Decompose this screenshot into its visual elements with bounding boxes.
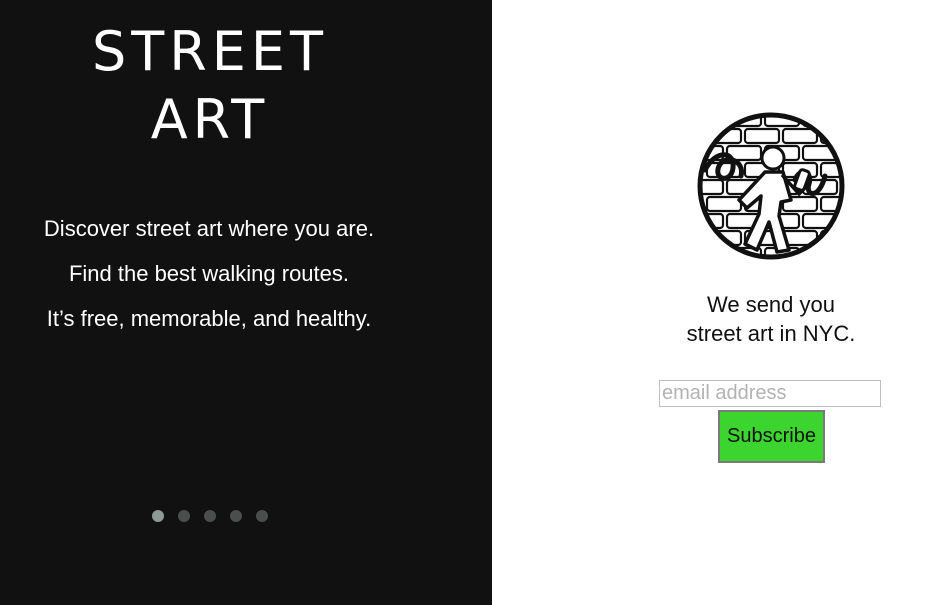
signup-panel: We send you street art in NYC. Subscribe [492, 0, 942, 605]
pitch-line-1: We send you [706, 292, 835, 317]
email-field[interactable] [659, 380, 881, 407]
subscribe-button[interactable]: Subscribe [718, 410, 825, 463]
tagline-routes: Find the best walking routes. [68, 261, 350, 286]
carousel-dot-1[interactable] [152, 510, 164, 522]
carousel-dot-3[interactable] [204, 510, 216, 522]
carousel-pagination [152, 510, 268, 524]
tagline-list: Discover street art where you are. Find … [0, 210, 418, 345]
carousel-dot-4[interactable] [230, 510, 242, 522]
page: STREET ART Discover street art where you… [0, 0, 942, 605]
hero-title: STREET ART [0, 18, 420, 154]
signup-pitch: We send you street art in NYC. [646, 290, 896, 348]
tagline-free: It’s free, memorable, and healthy. [46, 306, 372, 331]
tagline-discover: Discover street art where you are. [43, 216, 375, 241]
hero-slide: STREET ART Discover street art where you… [0, 0, 492, 605]
street-art-walker-brick-wall-icon [697, 112, 845, 260]
hero-title-line-2: ART [150, 88, 270, 151]
carousel-dot-2[interactable] [178, 510, 190, 522]
carousel-dot-5[interactable] [256, 510, 268, 522]
pitch-line-2: street art in NYC. [686, 321, 856, 346]
hero-title-line-1: STREET [91, 20, 328, 83]
